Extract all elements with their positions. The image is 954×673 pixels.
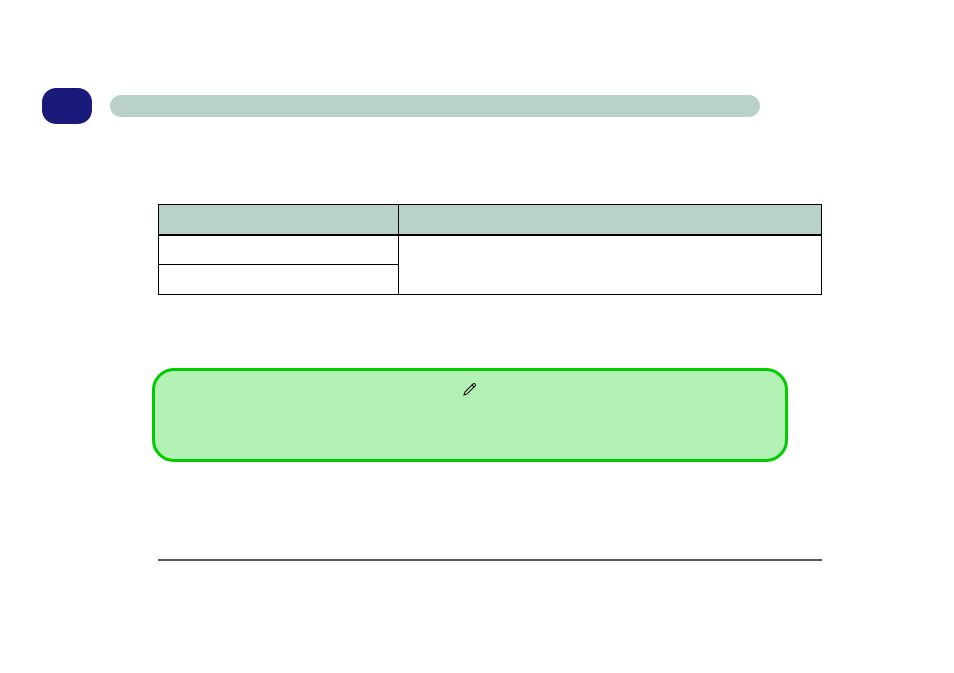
table-row <box>159 235 822 265</box>
table-cell <box>159 265 399 295</box>
table-header-cell <box>398 205 821 235</box>
table-header-row <box>159 205 822 235</box>
section-title-bar <box>110 95 760 117</box>
data-table <box>158 204 822 295</box>
table-cell <box>159 235 399 265</box>
note-box <box>152 368 788 462</box>
header-row <box>42 88 760 124</box>
section-badge <box>42 88 92 124</box>
pen-icon <box>462 381 478 397</box>
table-cell <box>398 235 821 295</box>
horizontal-divider <box>158 559 822 561</box>
table-header-cell <box>159 205 399 235</box>
